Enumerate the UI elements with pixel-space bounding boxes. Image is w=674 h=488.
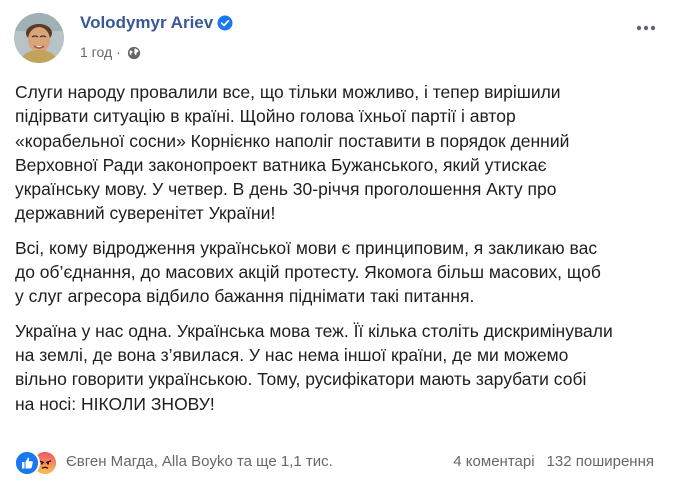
author-name[interactable]: Volodymyr Ariev xyxy=(80,13,213,32)
comments-count[interactable]: 4 коментарі xyxy=(453,453,534,470)
reaction-icons[interactable] xyxy=(14,450,62,476)
facebook-post: Volodymyr Ariev 1 год · Слуги народу пров… xyxy=(0,0,674,488)
post-footer: Євген Магда, Alla Boyko та ще 1,1 тис. 4… xyxy=(14,448,664,476)
post-paragraph-1: Слуги народу провалили все, що тільки мо… xyxy=(15,82,570,224)
post-paragraph-2: Всі, кому відродження української мови є… xyxy=(15,237,601,307)
reactions-summary[interactable]: Євген Магда, Alla Boyko та ще 1,1 тис. xyxy=(66,448,333,476)
post-paragraph-3: Україна у нас одна. Українська мова теж.… xyxy=(15,320,613,414)
engagement-stats: 4 коментарі 132 поширення xyxy=(453,448,654,476)
verified-badge-icon xyxy=(217,15,233,37)
more-options-button[interactable] xyxy=(628,10,664,46)
shares-count[interactable]: 132 поширення xyxy=(547,453,654,470)
meta-separator: · xyxy=(116,44,121,60)
author-name-row: Volodymyr Ariev xyxy=(80,12,233,37)
avatar[interactable] xyxy=(14,13,64,63)
post-body: Слуги народу провалили все, що тільки мо… xyxy=(15,80,665,426)
globe-icon[interactable] xyxy=(127,46,141,64)
like-icon xyxy=(14,450,40,476)
post-meta: 1 год · xyxy=(80,43,141,64)
post-timestamp[interactable]: 1 год xyxy=(80,44,112,60)
more-options-icon xyxy=(636,25,656,31)
